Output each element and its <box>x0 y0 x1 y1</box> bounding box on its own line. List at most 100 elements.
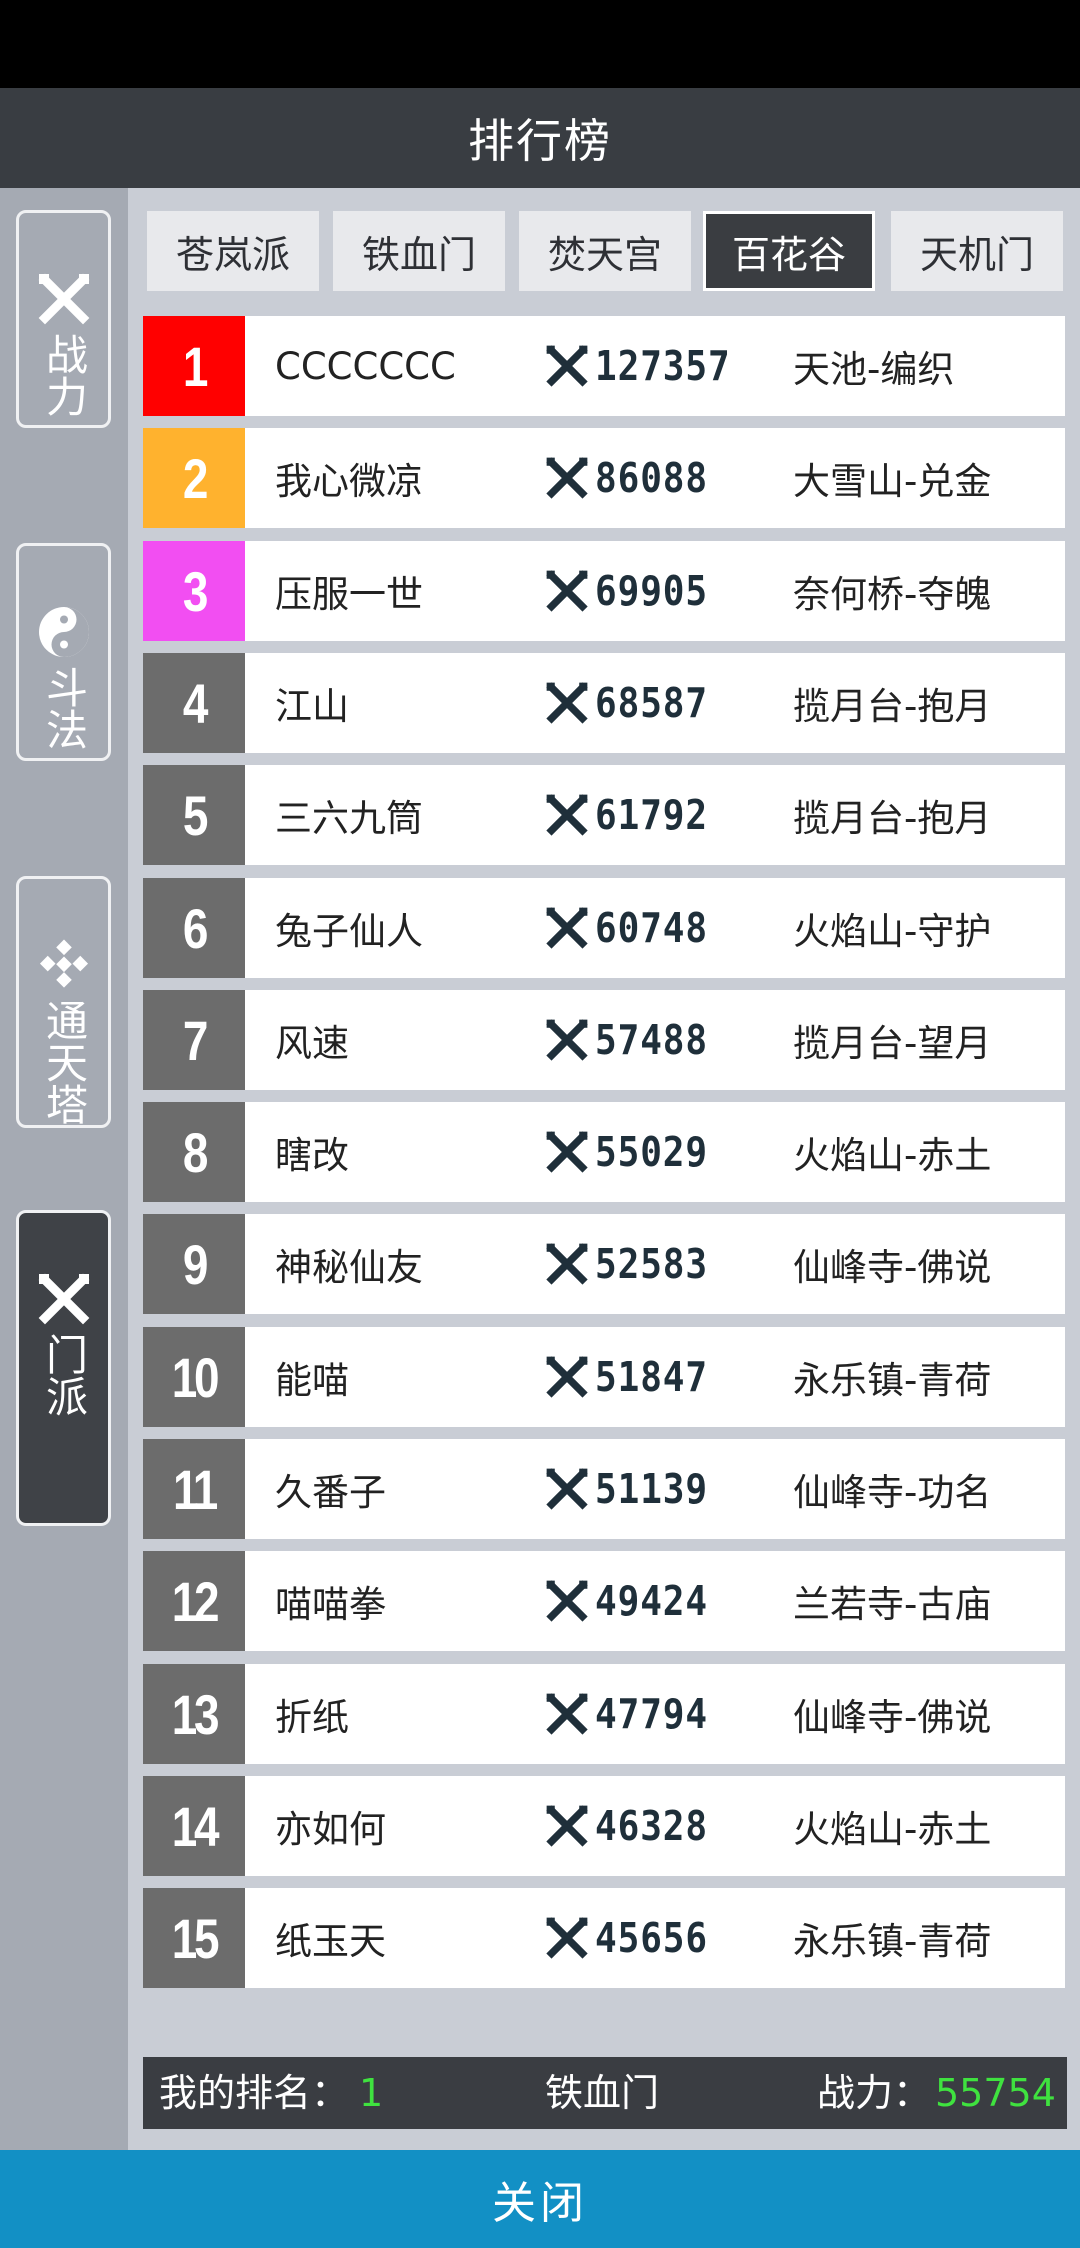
my-power-label: 战力： <box>817 2071 932 2115</box>
combat-power-value: 46328 <box>595 1802 709 1850</box>
crossed-swords-icon <box>545 1130 589 1174</box>
crossed-swords-icon <box>545 569 589 613</box>
server-name: 火焰山-赤土 <box>793 1134 992 1177</box>
close-button[interactable]: 关闭 <box>0 2150 1080 2248</box>
combat-power-value: 51847 <box>595 1353 709 1401</box>
rank-number: 14 <box>171 1794 220 1858</box>
crossed-swords-icon <box>545 1692 589 1736</box>
combat-power: 69905 <box>545 541 723 641</box>
combat-power-value: 69905 <box>595 567 709 615</box>
player-name: 三六九筒 <box>275 797 423 840</box>
crossed-swords-icon <box>545 1916 589 1960</box>
combat-power: 45656 <box>545 1888 723 1988</box>
combat-power-value: 52583 <box>595 1240 709 1288</box>
player-name: 亦如何 <box>275 1808 386 1851</box>
combat-power-value: 47794 <box>595 1690 709 1738</box>
rank-number: 1 <box>182 334 209 398</box>
combat-power: 46328 <box>545 1776 723 1876</box>
tab-fentian[interactable]: 焚天宫 <box>519 211 691 291</box>
my-sect: 铁血门 <box>545 2071 660 2115</box>
server-name: 火焰山-守护 <box>793 910 992 953</box>
rank-number: 2 <box>182 446 209 510</box>
list-item[interactable]: 7 风速 57488 揽月台-望月 <box>143 990 1065 1090</box>
list-item[interactable]: 1 CCCCCCC 127357 天池-编织 <box>143 316 1065 416</box>
list-item[interactable]: 5 三六九筒 61792 揽月台-抱月 <box>143 765 1065 865</box>
list-item[interactable]: 4 江山 68587 揽月台-抱月 <box>143 653 1065 753</box>
server-name: 仙峰寺-佛说 <box>793 1246 992 1289</box>
player-name: CCCCCCC <box>275 344 456 388</box>
player-name: 神秘仙友 <box>275 1246 423 1289</box>
list-item[interactable]: 12 喵喵拳 49424 兰若寺-古庙 <box>143 1551 1065 1651</box>
combat-power: 68587 <box>545 653 723 753</box>
crossed-swords-icon <box>545 1467 589 1511</box>
combat-power: 57488 <box>545 990 723 1090</box>
combat-power-value: 51139 <box>595 1465 709 1513</box>
side-tab-label: 斗法 <box>39 666 89 750</box>
tab-canglan[interactable]: 苍岚派 <box>147 211 319 291</box>
server-name: 奈何桥-夺魄 <box>793 573 992 616</box>
side-tab-sky-tower[interactable]: 通天塔 <box>16 876 111 1128</box>
player-name: 我心微凉 <box>275 460 423 503</box>
combat-power: 47794 <box>545 1664 723 1764</box>
crossed-swords-icon <box>545 793 589 837</box>
combat-power-value: 61792 <box>595 791 709 839</box>
crossed-swords-icon <box>545 1579 589 1623</box>
list-item[interactable]: 14 亦如何 46328 火焰山-赤土 <box>143 1776 1065 1876</box>
rank-number: 10 <box>171 1345 220 1409</box>
yin-yang-icon <box>36 604 92 660</box>
combat-power-value: 45656 <box>595 1914 709 1962</box>
player-name: 能喵 <box>275 1359 349 1402</box>
combat-power-value: 49424 <box>595 1577 709 1625</box>
list-item[interactable]: 13 折纸 47794 仙峰寺-佛说 <box>143 1664 1065 1764</box>
server-name: 永乐镇-青荷 <box>793 1920 992 1963</box>
list-item[interactable]: 10 能喵 51847 永乐镇-青荷 <box>143 1327 1065 1427</box>
my-power-value: 55754 <box>935 2071 1056 2115</box>
tab-tianji[interactable]: 天机门 <box>891 211 1063 291</box>
server-name: 永乐镇-青荷 <box>793 1359 992 1402</box>
server-name: 揽月台-抱月 <box>793 685 992 728</box>
list-item[interactable]: 8 瞎改 55029 火焰山-赤土 <box>143 1102 1065 1202</box>
checker-icon <box>36 937 92 993</box>
side-tab-label: 战力 <box>39 333 89 417</box>
page-title: 排行榜 <box>0 88 1080 188</box>
list-item[interactable]: 6 兔子仙人 60748 火焰山-守护 <box>143 878 1065 978</box>
list-item[interactable]: 15 纸玉天 45656 永乐镇-青荷 <box>143 1888 1065 1988</box>
tab-baihua[interactable]: 百花谷 <box>703 211 875 291</box>
combat-power: 86088 <box>545 428 723 528</box>
combat-power: 49424 <box>545 1551 723 1651</box>
rank-number: 5 <box>182 783 209 847</box>
side-tab-duel[interactable]: 斗法 <box>16 543 111 761</box>
combat-power: 60748 <box>545 878 723 978</box>
list-item[interactable]: 11 久番子 51139 仙峰寺-功名 <box>143 1439 1065 1539</box>
combat-power-value: 127357 <box>595 342 731 390</box>
ranking-list[interactable]: 1 CCCCCCC 127357 天池-编织 2 我心微凉 86088 大雪山-兑金 3 压服一世… <box>143 316 1065 2036</box>
combat-power-value: 57488 <box>595 1016 709 1064</box>
combat-power-value: 60748 <box>595 904 709 952</box>
rank-number: 6 <box>182 896 209 960</box>
list-item[interactable]: 2 我心微凉 86088 大雪山-兑金 <box>143 428 1065 528</box>
player-name: 折纸 <box>275 1696 349 1739</box>
player-name: 喵喵拳 <box>275 1583 386 1626</box>
server-name: 大雪山-兑金 <box>793 460 992 503</box>
crossed-swords-icon <box>545 1804 589 1848</box>
rank-number: 7 <box>182 1008 209 1072</box>
tab-tiexue[interactable]: 铁血门 <box>333 211 505 291</box>
side-tab-combat-power[interactable]: 战力 <box>16 210 111 428</box>
player-name: 压服一世 <box>275 573 423 616</box>
crossed-swords-icon <box>36 271 92 327</box>
list-item[interactable]: 3 压服一世 69905 奈何桥-夺魄 <box>143 541 1065 641</box>
combat-power-value: 68587 <box>595 679 709 727</box>
crossed-swords-icon <box>545 456 589 500</box>
side-tab-sect[interactable]: 门派 <box>16 1210 111 1526</box>
server-name: 仙峰寺-佛说 <box>793 1696 992 1739</box>
rank-number: 8 <box>182 1120 209 1184</box>
player-name: 纸玉天 <box>275 1920 386 1963</box>
server-name: 仙峰寺-功名 <box>793 1471 992 1514</box>
player-name: 兔子仙人 <box>275 910 423 953</box>
combat-power: 61792 <box>545 765 723 865</box>
crossed-swords-icon <box>545 344 589 388</box>
server-name: 兰若寺-古庙 <box>793 1583 992 1626</box>
crossed-swords-icon <box>545 1242 589 1286</box>
my-rank-value: 1 <box>359 2071 384 2115</box>
list-item[interactable]: 9 神秘仙友 52583 仙峰寺-佛说 <box>143 1214 1065 1314</box>
